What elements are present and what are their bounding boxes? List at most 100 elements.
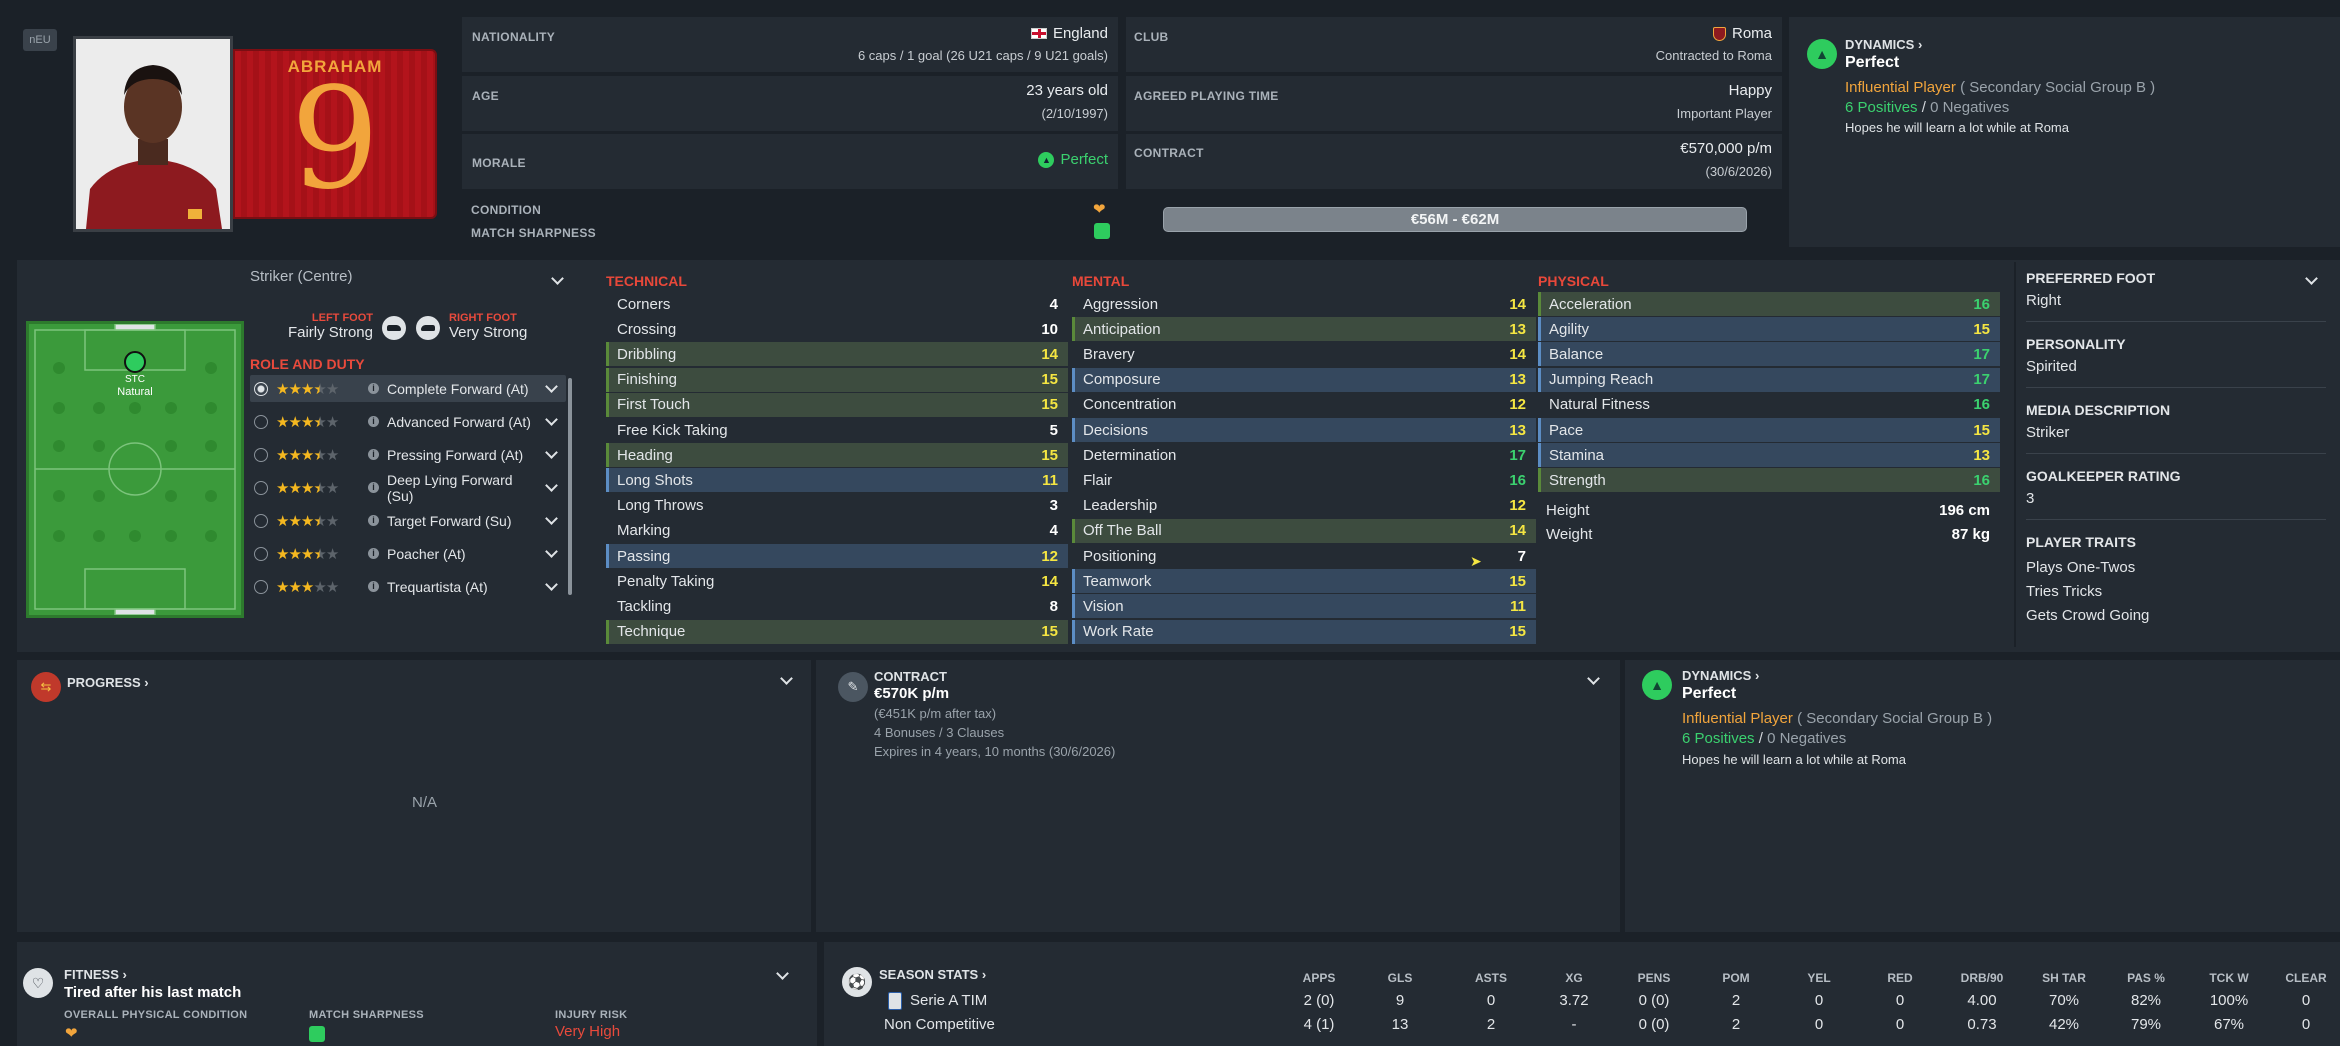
season-stats-card[interactable]: ⚽ SEASON STATS › APPS GLS ASTS XG PENS POM YEL… [824, 942, 2340, 1046]
attribute-row[interactable]: Heading 15 [606, 443, 1068, 468]
attribute-row[interactable]: Finishing 15 [606, 367, 1068, 392]
attribute-row[interactable]: Decisions 13 [1072, 418, 1536, 442]
stat-header[interactable]: DRB/90 [1942, 971, 2022, 985]
attribute-row[interactable]: Teamwork 15 [1072, 569, 1536, 594]
attribute-row[interactable]: Corners 4 [606, 292, 1068, 316]
chevron-down-icon[interactable] [545, 545, 558, 558]
stat-header[interactable]: SH TAR [2024, 971, 2104, 985]
fitness-card[interactable]: ♡ FITNESS › Tired after his last match O… [17, 942, 817, 1046]
positives-count[interactable]: 6 Positives [1845, 99, 1918, 116]
stat-header[interactable]: POM [1696, 971, 1776, 985]
playing-time-card[interactable]: AGREED PLAYING TIME Happy Important Play… [1126, 76, 1782, 131]
stat-header[interactable]: XG [1534, 971, 1614, 985]
role-option[interactable]: ★★★★★ i Advanced Forward (At) [250, 408, 566, 435]
role-radio[interactable] [254, 480, 268, 495]
nationality-card[interactable]: NATIONALITY England 6 caps / 1 goal (26 … [462, 17, 1118, 72]
role-option[interactable]: ★★★★★ i Deep Lying Forward (Su) [250, 472, 566, 504]
attribute-row[interactable]: Determination 17 [1072, 443, 1536, 467]
dynamics-label[interactable]: DYNAMICS › [1682, 668, 1759, 683]
attribute-row[interactable]: Jumping Reach 17 [1538, 367, 2000, 392]
role-list-scrollbar[interactable] [568, 378, 572, 595]
chevron-down-icon[interactable] [545, 578, 558, 591]
info-icon[interactable]: i [368, 548, 379, 559]
attribute-row[interactable]: Positioning 7 [1072, 544, 1536, 568]
role-radio[interactable] [254, 546, 268, 561]
stat-header[interactable]: RED [1860, 971, 1940, 985]
attribute-row[interactable]: Anticipation 13 [1072, 317, 1536, 342]
attribute-row[interactable]: Leadership 12 [1072, 494, 1536, 518]
contract-card[interactable]: ✎ CONTRACT €570K p/m (€451K p/m after ta… [816, 660, 1620, 932]
role-radio[interactable] [254, 381, 268, 396]
attribute-row[interactable]: Technique 15 [606, 619, 1068, 644]
attribute-row[interactable]: Natural Fitness 16 [1538, 393, 2000, 417]
stat-header[interactable]: YEL [1779, 971, 1859, 985]
morale-card[interactable]: MORALE ▲ Perfect [462, 134, 1118, 189]
role-option[interactable]: ★★★★★ i Trequartista (At) [250, 573, 566, 600]
info-icon[interactable]: i [368, 449, 379, 460]
fitness-label[interactable]: FITNESS › [64, 967, 127, 982]
stat-header[interactable]: PAS % [2106, 971, 2186, 985]
role-option[interactable]: ★★★★★ i Complete Forward (At) [250, 375, 566, 402]
info-icon[interactable]: i [368, 482, 379, 493]
chevron-down-icon[interactable] [776, 967, 789, 980]
chevron-down-icon[interactable] [545, 512, 558, 525]
attribute-row[interactable]: Dribbling 14 [606, 342, 1068, 367]
attribute-row[interactable]: Vision 11 [1072, 594, 1536, 619]
club-value[interactable]: Roma [1732, 25, 1772, 42]
negatives-count[interactable]: 0 Negatives [1930, 99, 2009, 116]
role-option[interactable]: ★★★★★ i Pressing Forward (At) [250, 441, 566, 468]
attribute-row[interactable]: Crossing 10 [606, 317, 1068, 341]
info-icon[interactable]: i [368, 581, 379, 592]
social-group[interactable]: ( Secondary Social Group B ) [1797, 710, 1992, 727]
role-option[interactable]: ★★★★★ i Target Forward (Su) [250, 507, 566, 534]
positives-count[interactable]: 6 Positives [1682, 730, 1755, 747]
attribute-row[interactable]: Long Throws 3 [606, 494, 1068, 518]
transfer-value-bar[interactable]: €56M - €62M [1163, 207, 1747, 232]
stat-header[interactable]: GLS [1360, 971, 1440, 985]
attribute-row[interactable]: Agility 15 [1538, 317, 2000, 342]
attribute-row[interactable]: Stamina 13 [1538, 443, 2000, 468]
position-pitch[interactable]: STC Natural [26, 321, 244, 618]
progress-card[interactable]: ⇆ PROGRESS › N/A [17, 660, 811, 932]
role-option[interactable]: ★★★★★ i Poacher (At) [250, 540, 566, 567]
attribute-row[interactable]: Tackling 8 [606, 594, 1068, 618]
contract-card-top[interactable]: CONTRACT €570,000 p/m (30/6/2026) [1126, 134, 1782, 189]
attribute-row[interactable]: Off The Ball 14 [1072, 518, 1536, 543]
role-radio[interactable] [254, 447, 268, 462]
stat-header[interactable]: CLEAR [2266, 971, 2340, 985]
info-icon[interactable]: i [368, 515, 379, 526]
stat-header[interactable]: PENS [1614, 971, 1694, 985]
attribute-row[interactable]: Strength 16 [1538, 468, 2000, 493]
attribute-row[interactable]: Long Shots 11 [606, 468, 1068, 493]
nationality-value[interactable]: England [1053, 25, 1108, 42]
role-list[interactable]: ★★★★★ i Complete Forward (At) ★★★★★ i Advance… [250, 375, 566, 620]
role-radio[interactable] [254, 513, 268, 528]
chevron-down-icon[interactable] [780, 672, 793, 685]
dynamics-card-bottom[interactable]: ▲ DYNAMICS › Perfect Influential Player … [1625, 660, 2340, 932]
info-icon[interactable]: i [368, 416, 379, 427]
progress-label[interactable]: PROGRESS › [67, 675, 149, 690]
attribute-row[interactable]: Pace 15 [1538, 418, 2000, 442]
attribute-row[interactable]: Acceleration 16 [1538, 292, 2000, 316]
position-select[interactable]: Striker (Centre) [250, 268, 570, 294]
attribute-row[interactable]: Composure 13 [1072, 367, 1536, 392]
attribute-row[interactable]: Work Rate 15 [1072, 619, 1536, 644]
attribute-row[interactable]: Marking 4 [606, 519, 1068, 543]
competition-name[interactable]: Serie A TIM [910, 992, 987, 1009]
negatives-count[interactable]: 0 Negatives [1767, 730, 1846, 747]
info-icon[interactable]: i [368, 383, 379, 394]
influence-level[interactable]: Influential Player [1845, 79, 1956, 96]
stat-header[interactable]: APPS [1279, 971, 1359, 985]
attribute-row[interactable]: Aggression 14 [1072, 292, 1536, 316]
attribute-row[interactable]: Flair 16 [1072, 468, 1536, 492]
attribute-row[interactable]: Passing 12 [606, 544, 1068, 568]
attribute-row[interactable]: Bravery 14 [1072, 342, 1536, 366]
attribute-row[interactable]: Penalty Taking 14 [606, 569, 1068, 593]
attribute-row[interactable]: Free Kick Taking 5 [606, 418, 1068, 442]
influence-level[interactable]: Influential Player [1682, 710, 1793, 727]
attribute-row[interactable]: Balance 17 [1538, 342, 2000, 367]
chevron-down-icon[interactable] [545, 380, 558, 393]
dynamics-card-top[interactable]: ▲ DYNAMICS › Perfect Influential Player … [1789, 17, 2340, 247]
chevron-down-icon[interactable] [545, 479, 558, 492]
dynamics-label[interactable]: DYNAMICS › [1845, 37, 1922, 52]
